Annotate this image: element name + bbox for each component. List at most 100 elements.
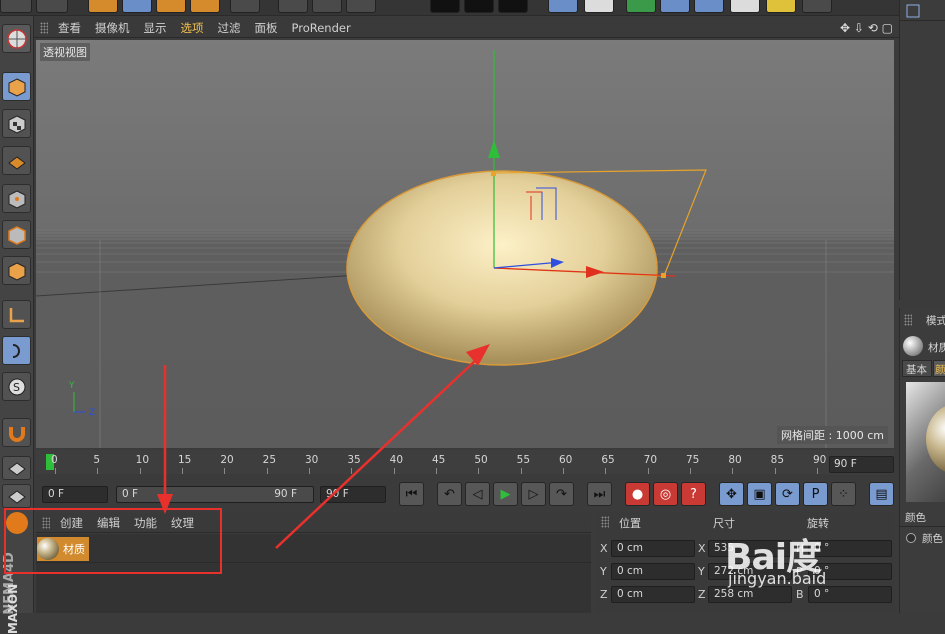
camera-icon[interactable] [766,0,796,13]
axis-label: Z [698,588,706,601]
range-end-value: 90 F [274,488,297,500]
attr-mode-label[interactable]: 模式 [926,313,945,328]
workplane-icon[interactable] [2,146,31,175]
key-position-icon[interactable]: ✥ [719,482,744,506]
edges-mode-icon[interactable] [2,220,31,249]
panel-grip-icon[interactable] [601,516,609,528]
live-select-icon[interactable] [88,0,118,13]
deformer-icon[interactable] [694,0,724,13]
main-toolbar [0,0,945,16]
menu-panel[interactable]: 面板 [255,20,278,36]
object-manager-panel[interactable] [899,0,945,300]
workplane-lock-icon[interactable] [2,456,31,480]
key-parameter-icon[interactable]: P [803,482,828,506]
size-z-field[interactable]: 258 cm [708,586,792,603]
color-heading: 颜色 [905,512,926,524]
go-to-end-icon[interactable]: ⏭ [587,482,612,506]
position-x-field[interactable]: 0 cm [611,540,695,557]
position-y-field[interactable]: 0 cm [611,563,695,580]
timeline-tick-mark [351,468,353,474]
timeline-tick-label: 70 [643,454,658,466]
timeline-tick-mark [309,468,310,474]
tweak-mode-icon[interactable] [2,336,31,365]
viewport-nav-icons[interactable]: ✥ ⇩ ⟲ ▢ [840,21,893,35]
timeline-tick-label: 85 [770,454,785,466]
grid-lock-icon[interactable] [2,484,31,508]
key-scale-icon[interactable]: ▣ [747,482,772,506]
key-rotation-icon[interactable]: ⟳ [775,482,800,506]
color-radio[interactable] [906,533,916,543]
timeline-window-icon[interactable]: ▤ [869,482,894,506]
null-object-icon [906,4,920,18]
rotate-tool-icon[interactable] [190,0,220,13]
z-axis-lock-icon[interactable] [346,0,376,13]
menu-options[interactable]: 选项 [181,20,204,36]
menu-camera[interactable]: 摄像机 [95,20,130,36]
timeline-tick-label: 55 [516,454,531,466]
tab-basic[interactable]: 基本 [902,360,932,377]
range-start-value: 0 F [122,488,139,500]
panel-grip-icon[interactable] [40,21,48,34]
redo-button[interactable] [36,0,68,13]
tab-color[interactable]: 颜 [933,360,945,377]
position-header: 位置 [619,517,641,530]
render-view-icon[interactable] [430,0,460,13]
undo-button[interactable] [0,0,32,13]
go-to-start-icon[interactable]: ⏮ [399,482,424,506]
model-mode-icon[interactable] [2,72,31,101]
previous-key-icon[interactable]: ↶ [437,482,462,506]
panel-grip-icon[interactable] [904,314,912,326]
points-mode-icon[interactable] [2,184,31,213]
timeline-tick-label: 25 [262,454,277,466]
timeline-tick-label: 90 [813,454,827,466]
timeline-tick-label: 5 [93,454,101,466]
move-tool-icon[interactable] [122,0,152,13]
previous-frame-icon[interactable]: ◁ [465,482,490,506]
spline-pen-icon[interactable] [584,0,614,13]
start-frame-field[interactable]: 0 F [42,486,108,503]
timeline-tick-label: 30 [305,454,319,466]
floor-icon[interactable] [730,0,760,13]
current-frame-field[interactable]: 90 F [829,456,894,473]
axis-mode-icon[interactable] [2,300,31,329]
record-keys-icon[interactable]: ● [625,482,650,506]
timeline-tick-mark [774,468,776,474]
timeline-tick-label: 65 [601,454,615,466]
menu-filter[interactable]: 过滤 [218,20,241,36]
array-generator-icon[interactable] [660,0,690,13]
cube-primitive-icon[interactable] [548,0,578,13]
perspective-viewport[interactable]: Y Z 透视视图 网格间距 : 1000 cm [36,40,894,448]
range-slider[interactable]: 0 F 90 F [116,486,314,503]
next-key-icon[interactable]: ↷ [549,482,574,506]
polygons-mode-icon[interactable] [2,256,31,285]
auto-key-icon[interactable]: ◎ [653,482,678,506]
timeline-ruler[interactable]: 0 5 10 15 20 25 30 35 40 45 50 55 60 65 70 75 80 85 90 [36,450,894,474]
menu-prorender[interactable]: ProRender [292,21,351,35]
menu-view[interactable]: 查看 [58,20,81,36]
light-icon[interactable] [802,0,832,13]
scale-tool-icon[interactable] [156,0,186,13]
rotation-b-field[interactable]: 0 ° [808,586,892,603]
globe-icon[interactable] [2,24,31,53]
attr-material-label: 材质 [928,342,945,354]
render-picture-viewer-icon[interactable] [464,0,494,13]
snap-icon[interactable]: S [2,372,31,401]
key-point-level-icon[interactable]: ⁘ [831,482,856,506]
subdivision-surface-icon[interactable] [626,0,656,13]
y-axis-lock-icon[interactable] [312,0,342,13]
next-frame-icon[interactable]: ▷ [521,482,546,506]
recent-tool-icon[interactable] [230,0,260,13]
timeline-tick-mark [182,468,183,474]
play-forward-icon[interactable]: ▶ [493,482,518,506]
menu-display[interactable]: 显示 [144,20,167,36]
render-settings-icon[interactable] [498,0,528,13]
end-frame-field[interactable]: 90 F [320,486,386,503]
magnet-icon[interactable] [2,418,31,447]
axis-label: B [796,588,804,601]
key-selection-icon[interactable]: ? [681,482,706,506]
position-z-field[interactable]: 0 cm [611,586,695,603]
x-axis-lock-icon[interactable] [278,0,308,13]
texture-mode-icon[interactable] [2,109,31,138]
axis-label: X [600,542,608,555]
watermark-site: jingyan.baid [728,569,827,588]
